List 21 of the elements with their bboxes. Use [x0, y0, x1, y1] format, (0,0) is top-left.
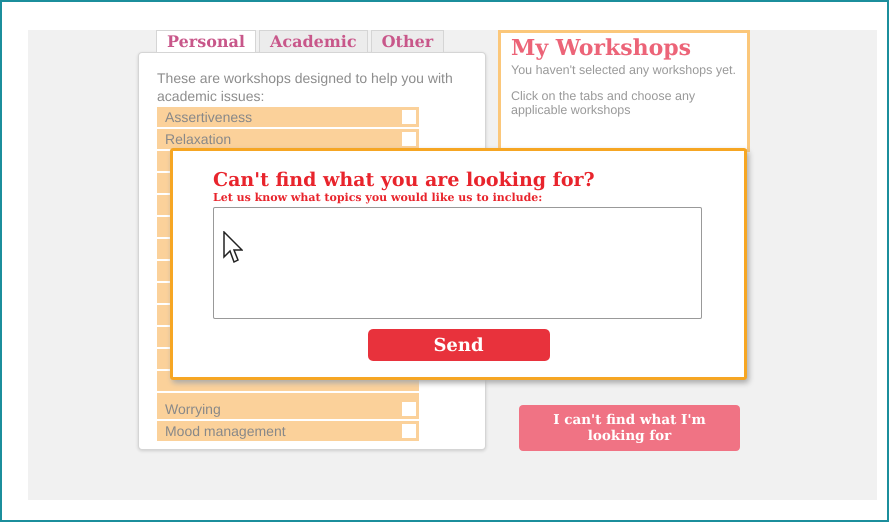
cursor-icon	[223, 231, 243, 265]
workshop-row[interactable]: Worrying	[157, 399, 419, 419]
workshop-row[interactable]: Mood management	[157, 421, 419, 441]
cant-find-button[interactable]: I can't find what I'm looking for	[519, 405, 740, 451]
checkbox[interactable]	[402, 132, 416, 146]
workshop-row[interactable]: Assertiveness	[157, 107, 419, 127]
dialog-title: Can't find what you are looking for?	[213, 169, 596, 191]
panel-text: You haven't selected any workshops yet.	[511, 63, 737, 77]
tab[interactable]: Other	[370, 30, 444, 52]
panel-text: Click on the tabs and choose any applicable workshops	[511, 89, 696, 117]
dialog-subtitle: Let us know what topics you would like us to include:	[213, 191, 544, 205]
checkbox[interactable]	[402, 402, 416, 416]
tab[interactable]: Personal	[156, 30, 256, 52]
topics-text-area[interactable]	[213, 207, 702, 319]
send-button[interactable]: Send	[368, 329, 550, 361]
intro-text: These are workshops designed to help you with academic issues:	[157, 69, 454, 105]
workshop-row[interactable]: Relaxation	[157, 129, 419, 149]
tab[interactable]: Academic	[258, 30, 368, 52]
checkbox[interactable]	[402, 110, 416, 124]
checkbox[interactable]	[402, 424, 416, 438]
panel-title: My Workshops	[511, 34, 692, 63]
